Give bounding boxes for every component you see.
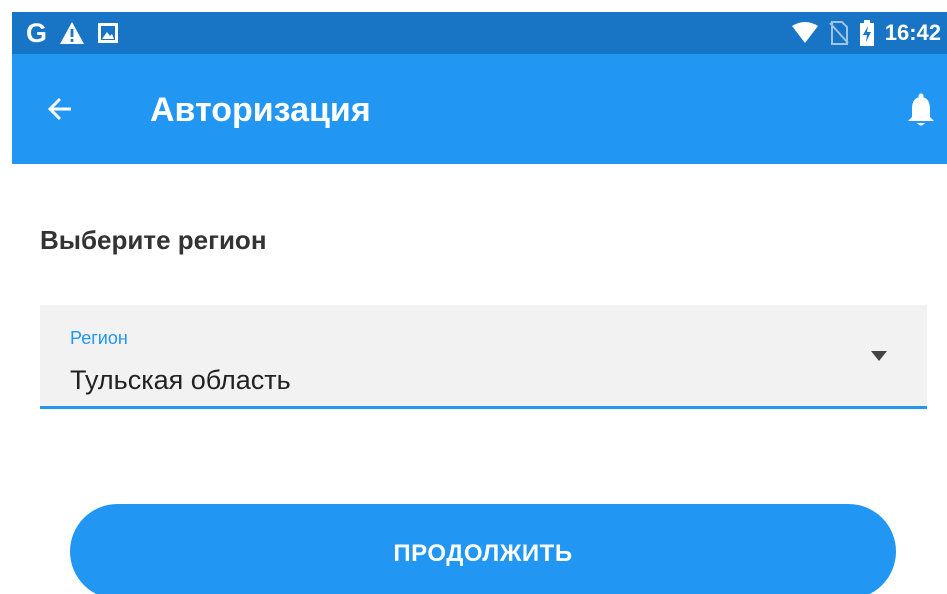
continue-button[interactable]: ПРОДОЛЖИТЬ (70, 504, 896, 594)
warning-icon (59, 21, 85, 45)
status-bar-system: 16:42 (791, 18, 941, 48)
dropdown-arrow-icon[interactable] (869, 349, 889, 363)
status-bar-clock: 16:42 (884, 20, 941, 45)
battery-charging-icon (859, 20, 875, 46)
app-bar: Авторизация (12, 54, 947, 164)
bell-icon[interactable] (903, 89, 939, 131)
screen: G 16:42 Авторизация Выберите регион Реги… (0, 0, 947, 594)
page-title: Авторизация (150, 91, 371, 129)
arrow-back-icon[interactable] (40, 89, 80, 129)
region-select[interactable]: Регион Тульская область (40, 305, 927, 409)
status-bar-notifications: G (26, 18, 119, 48)
section-heading: Выберите регион (40, 225, 267, 255)
image-notification-icon (97, 22, 119, 44)
region-field-label: Регион (70, 328, 128, 348)
status-bar: G 16:42 (12, 12, 947, 54)
region-field-value[interactable]: Тульская область (70, 363, 291, 397)
wifi-icon (791, 22, 819, 44)
no-sim-icon (828, 21, 849, 45)
google-icon: G (26, 18, 48, 48)
